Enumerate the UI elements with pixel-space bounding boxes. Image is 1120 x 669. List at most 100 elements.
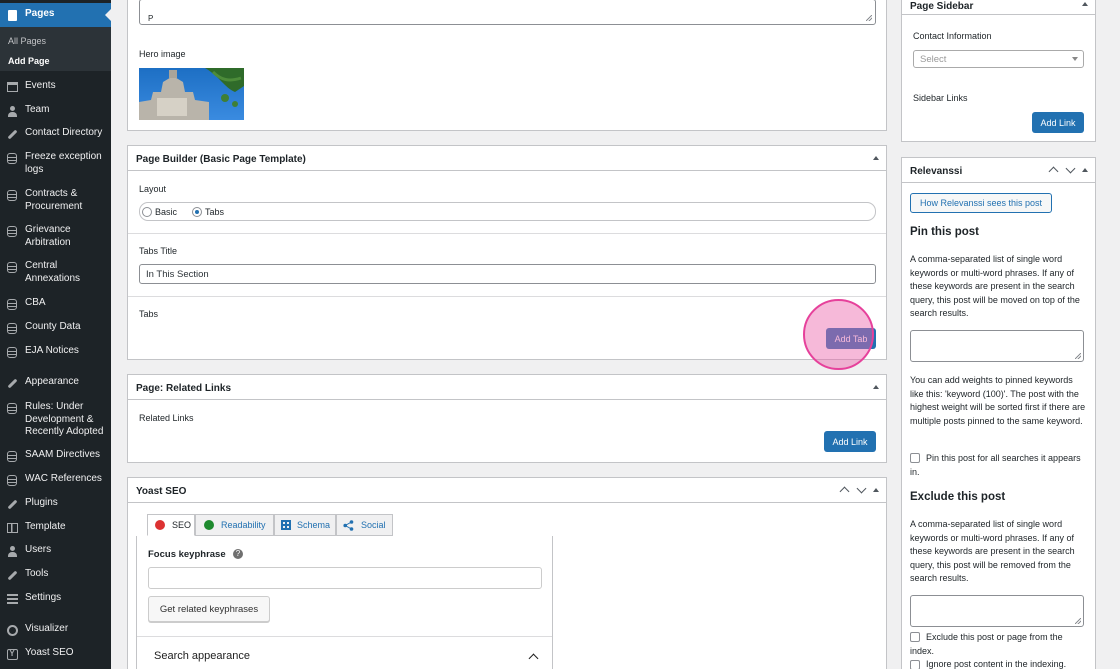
exclude-from-index-label: Exclude this post or page from the index… (910, 632, 1063, 656)
contact-information-select[interactable]: Select (913, 50, 1084, 68)
focus-keyphrase-input[interactable] (148, 567, 542, 589)
database-icon (6, 189, 18, 201)
divider (128, 233, 886, 234)
get-related-keyphrases-button[interactable]: Get related keyphrases (148, 596, 270, 622)
sidebar-item-tools[interactable]: Tools (0, 568, 111, 582)
sidebar-item-grievance-arbitration[interactable]: Grievance Arbitration (0, 224, 111, 250)
sidebar-item-team[interactable]: Team (0, 104, 111, 118)
pin-keywords-textarea[interactable] (910, 330, 1084, 362)
pin-description: A comma-separated list of single word ke… (910, 254, 1080, 318)
ignore-post-content-checkbox[interactable] (910, 660, 920, 669)
database-icon (6, 322, 18, 334)
share-icon (343, 520, 354, 531)
settings-icon (6, 593, 18, 605)
toggle-panel-icon[interactable] (873, 488, 879, 492)
calendar-icon (6, 81, 18, 93)
sidebar-item-template[interactable]: Template (0, 521, 111, 535)
database-icon (6, 152, 18, 164)
help-icon[interactable]: ? (233, 549, 243, 559)
yoast-tab-schema[interactable]: Schema (274, 514, 336, 536)
grid-icon (6, 522, 18, 534)
yoast-tab-readability[interactable]: Readability (195, 514, 274, 536)
layout-radio-basic[interactable] (142, 207, 152, 217)
sidebar-item-rules[interactable]: Rules: Under Development & Recently Adop… (0, 401, 111, 439)
sidebar-item-saam-directives[interactable]: SAAM Directives (0, 449, 111, 463)
toggle-panel-icon[interactable] (873, 156, 879, 160)
content-editor-bottom[interactable]: P (139, 0, 876, 25)
sidebar-item-appearance[interactable]: Appearance (0, 376, 111, 390)
page-builder-header[interactable]: Page Builder (Basic Page Template) (128, 146, 886, 171)
sidebar-item-cba[interactable]: CBA (0, 297, 111, 311)
database-icon (6, 298, 18, 310)
move-down-icon[interactable] (1065, 163, 1076, 174)
relevanssi-panel: Relevanssi How Relevanssi sees this post… (901, 157, 1096, 669)
database-icon (6, 225, 18, 237)
how-relevanssi-sees-button[interactable]: How Relevanssi sees this post (910, 193, 1052, 213)
resize-grip-icon[interactable] (866, 15, 872, 21)
tabs-label: Tabs (139, 309, 159, 319)
pages-icon (6, 9, 18, 21)
chevron-up-icon[interactable] (528, 653, 539, 664)
sidebar-item-visualizer[interactable]: Visualizer (0, 623, 111, 637)
toggle-panel-icon[interactable] (1082, 2, 1088, 6)
sidebar-item-pages[interactable]: Pages (0, 3, 111, 27)
sidebar-item-settings[interactable]: Settings (0, 592, 111, 606)
search-appearance-toggle[interactable]: Search appearance (154, 650, 250, 662)
sidebar-item-contracts-procurement[interactable]: Contracts & Procurement (0, 188, 111, 214)
add-sidebar-link-button[interactable]: Add Link (1032, 112, 1084, 133)
ignore-post-content-label: Ignore post content in the indexing. (926, 659, 1067, 669)
related-links-header[interactable]: Page: Related Links (128, 375, 886, 400)
page-builder-panel: Page Builder (Basic Page Template) Layou… (127, 145, 887, 360)
sidebar-item-events[interactable]: Events (0, 80, 111, 94)
sidebar-item-contact-directory[interactable]: Contact Directory (0, 127, 111, 141)
hero-image-thumbnail[interactable] (139, 68, 244, 120)
page-sidebar-header[interactable]: Page Sidebar (902, 0, 1095, 15)
related-links-title: Page: Related Links (136, 383, 232, 394)
resize-grip-icon[interactable] (1075, 353, 1081, 359)
hero-image-label: Hero image (139, 49, 186, 59)
yoast-tab-social[interactable]: Social (336, 514, 393, 536)
move-down-icon[interactable] (856, 483, 867, 494)
sidebar-links-label: Sidebar Links (913, 93, 968, 103)
relevanssi-header[interactable]: Relevanssi (902, 158, 1095, 183)
sidebar-item-freeze-exception-logs[interactable]: Freeze exception logs (0, 151, 111, 177)
admin-sidebar: Pages All Pages Add Page Events Team Con… (0, 0, 111, 669)
submenu-add-page[interactable]: Add Page (8, 56, 50, 66)
editor-path: P (148, 14, 154, 23)
yoast-icon: Y (6, 648, 18, 660)
sidebar-item-eja-notices[interactable]: EJA Notices (0, 345, 111, 359)
database-icon (6, 261, 18, 273)
layout-radio-tabs[interactable] (192, 207, 202, 217)
add-related-link-button[interactable]: Add Link (824, 431, 876, 452)
exclude-keywords-textarea[interactable] (910, 595, 1084, 627)
toggle-panel-icon[interactable] (873, 385, 879, 389)
page-builder-title: Page Builder (Basic Page Template) (136, 154, 306, 165)
database-icon (6, 402, 18, 414)
sidebar-item-wac-references[interactable]: WAC References (0, 473, 111, 487)
divider (128, 296, 886, 297)
database-icon (6, 450, 18, 462)
sidebar-item-county-data[interactable]: County Data (0, 321, 111, 335)
visualizer-icon (6, 624, 18, 636)
user-icon (6, 545, 18, 557)
resize-grip-icon[interactable] (1075, 618, 1081, 624)
relevanssi-title: Relevanssi (910, 166, 963, 177)
yoast-seo-header[interactable]: Yoast SEO (128, 478, 886, 503)
tabs-title-input[interactable]: In This Section (139, 264, 876, 284)
click-highlight-marker (803, 299, 874, 370)
select-arrow-icon (1072, 57, 1078, 61)
sidebar-item-plugins[interactable]: Plugins (0, 497, 111, 511)
exclude-description: A comma-separated list of single word ke… (910, 519, 1075, 583)
exclude-this-post-heading: Exclude this post (910, 491, 1006, 503)
page-sidebar-title: Page Sidebar (910, 1, 974, 12)
toggle-panel-icon[interactable] (1082, 168, 1088, 172)
submenu-all-pages[interactable]: All Pages (8, 36, 46, 46)
move-up-icon[interactable] (1048, 166, 1059, 177)
sidebar-item-yoast-seo[interactable]: Y Yoast SEO (0, 647, 111, 661)
pin-this-post-heading: Pin this post (910, 226, 979, 238)
move-up-icon[interactable] (839, 486, 850, 497)
sidebar-item-users[interactable]: Users (0, 544, 111, 558)
team-icon (6, 105, 18, 117)
yoast-tab-seo[interactable]: SEO (147, 514, 195, 536)
sidebar-item-central-annexations[interactable]: Central Annexations (0, 260, 111, 286)
